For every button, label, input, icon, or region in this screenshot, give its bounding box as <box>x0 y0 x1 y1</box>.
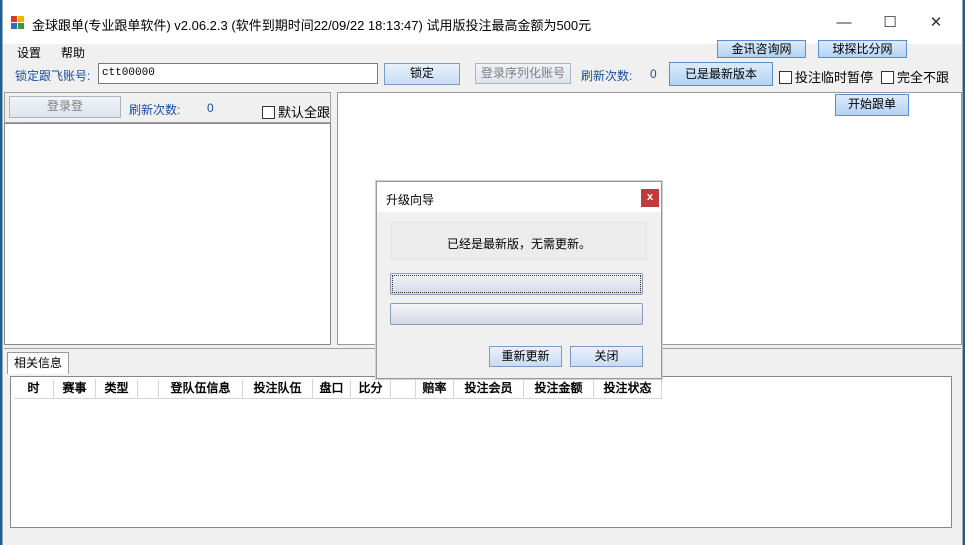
close-button[interactable]: ✕ <box>913 12 959 36</box>
left-refresh-value: 0 <box>207 101 214 115</box>
dialog-close-button[interactable]: 关闭 <box>570 346 643 367</box>
menu-help[interactable]: 帮助 <box>61 44 85 61</box>
dialog-title: 升级向导 <box>386 193 435 207</box>
no-follow-checkbox-box[interactable] <box>881 71 894 84</box>
refresh-count-label: 刷新次数: <box>581 69 633 83</box>
column-header[interactable]: 类型 <box>96 379 138 398</box>
download-progress-bar <box>390 273 643 295</box>
bets-table-header: 时 赛事 类型 登队伍信息 投注队伍 盘口 比分 赔率 投注会员 投注金额 投注… <box>14 379 662 399</box>
upgrade-dialog: 升级向导 x 已经是最新版，无需更新。 重新更新 关闭 <box>376 181 662 379</box>
refresh-count-value: 0 <box>650 67 657 81</box>
menu-settings[interactable]: 设置 <box>17 44 41 61</box>
account-list-panel <box>4 123 331 345</box>
left-refresh-label: 刷新次数: <box>129 103 181 117</box>
latest-version-button[interactable]: 已是最新版本 <box>669 62 773 86</box>
login-button[interactable]: 登录登 <box>9 96 121 118</box>
column-header[interactable]: 比分 <box>351 379 391 398</box>
title-bar: 金球跟单(专业跟单软件) v2.06.2.3 (软件到期时间22/09/22 1… <box>3 0 962 44</box>
default-follow-all-label: 默认全跟 <box>278 105 331 120</box>
minimize-button[interactable]: — <box>821 12 867 36</box>
pause-betting-checkbox-box[interactable] <box>779 71 792 84</box>
pause-betting-label: 投注临时暂停 <box>795 70 874 85</box>
app-icon <box>11 16 25 30</box>
install-progress-bar <box>390 303 643 325</box>
login-serial-button[interactable]: 登录序列化账号 <box>475 63 571 84</box>
column-header[interactable] <box>391 379 416 398</box>
reupdate-button[interactable]: 重新更新 <box>489 346 562 367</box>
start-follow-button[interactable]: 开始跟单 <box>835 94 909 116</box>
window-title: 金球跟单(专业跟单软件) v2.06.2.3 (软件到期时间22/09/22 1… <box>32 18 592 33</box>
bets-table: 时 赛事 类型 登队伍信息 投注队伍 盘口 比分 赔率 投注会员 投注金额 投注… <box>10 376 952 528</box>
column-header[interactable]: 赛事 <box>54 379 96 398</box>
column-header[interactable]: 投注金额 <box>524 379 594 398</box>
dialog-title-bar: 升级向导 x <box>377 182 661 212</box>
lock-account-label: 锁定跟飞账号: <box>15 69 91 83</box>
column-header[interactable]: 投注队伍 <box>243 379 313 398</box>
pause-betting-checkbox[interactable]: 投注临时暂停 <box>779 67 873 86</box>
account-input[interactable]: ctt00000 <box>98 63 378 84</box>
column-header[interactable]: 时 <box>14 379 54 398</box>
qiutan-link-button[interactable]: 球探比分网 <box>818 40 907 58</box>
column-header[interactable]: 盘口 <box>313 379 351 398</box>
main-window: 金球跟单(专业跟单软件) v2.06.2.3 (软件到期时间22/09/22 1… <box>2 0 963 545</box>
default-follow-all-checkbox-box[interactable] <box>262 106 275 119</box>
jinxun-link-button[interactable]: 金讯咨询网 <box>717 40 806 58</box>
default-follow-all-checkbox[interactable]: 默认全跟 <box>262 102 330 121</box>
dialog-close-icon[interactable]: x <box>641 189 659 207</box>
no-follow-label: 完全不跟 <box>897 70 950 85</box>
dialog-message-box: 已经是最新版，无需更新。 <box>391 222 647 260</box>
no-follow-checkbox[interactable]: 完全不跟 <box>881 67 949 86</box>
maximize-button[interactable]: ☐ <box>867 12 913 36</box>
column-header[interactable]: 登队伍信息 <box>159 379 243 398</box>
column-header[interactable] <box>138 379 159 398</box>
column-header[interactable]: 投注状态 <box>594 379 662 398</box>
lock-button[interactable]: 锁定 <box>384 63 460 85</box>
column-header[interactable]: 投注会员 <box>454 379 524 398</box>
dialog-message: 已经是最新版，无需更新。 <box>446 237 591 251</box>
tab-related-info[interactable]: 相关信息 <box>7 352 69 374</box>
column-header[interactable]: 赔率 <box>416 379 454 398</box>
